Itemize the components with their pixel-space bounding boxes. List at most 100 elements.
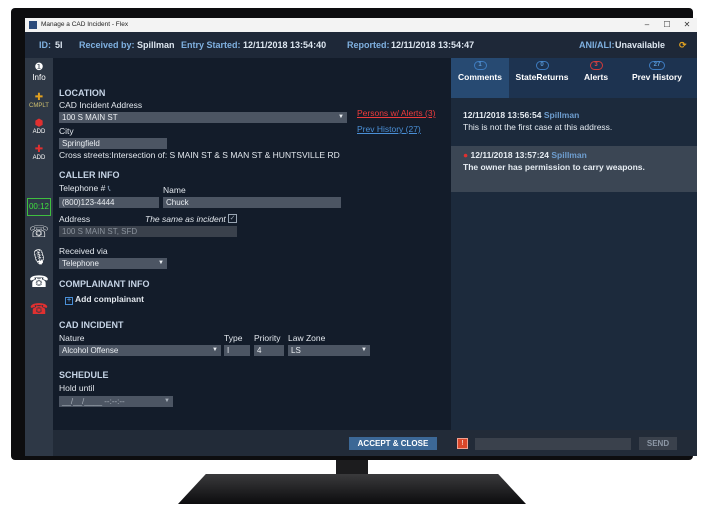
form-footer: ACCEPT & CLOSE [53, 430, 451, 456]
cross-streets: Cross streets:Intersection of: S MAIN ST… [59, 150, 340, 160]
priority-label: Priority [254, 333, 281, 343]
monitor-bezel: Manage a CAD Incident - Flex – ☐ ✕ ID: 5… [11, 8, 697, 460]
maximize-button[interactable]: ☐ [657, 18, 677, 32]
name-field[interactable]: Chuck [163, 197, 341, 208]
comment-timestamp: 12/11/2018 13:56:54 [463, 110, 542, 120]
chevron-down-icon: ▼ [338, 114, 344, 120]
type-label: Type [224, 333, 243, 343]
comment-composer: ! SEND [451, 430, 697, 456]
received-via-value: Telephone [62, 259, 99, 268]
activity-tabs: 1 Comments 0 StateReturns 3 Alerts 27 Pr… [451, 58, 697, 98]
monitor-stand [178, 474, 526, 504]
incident-info-bar: ID: 5I Received by: Spillman Entry Start… [25, 32, 697, 58]
tab-comments[interactable]: 1 Comments [451, 58, 509, 98]
plus-icon: + [65, 297, 73, 305]
tab-alerts-label: Alerts [583, 72, 609, 82]
comment-item: ● 12/11/2018 13:57:24 Spillman The owner… [451, 146, 697, 192]
chevron-down-icon: ▼ [164, 398, 170, 404]
minimize-button[interactable]: – [637, 18, 657, 32]
alert-toggle-icon[interactable]: ! [457, 438, 468, 449]
left-toolbar: ❶ Info ✚ CMPLT ⬢ ADD ✚ ADD 00:12 ☏ 🎙︎ ☎ … [25, 58, 53, 456]
comment-input[interactable] [475, 438, 631, 450]
add-complainant-label: Add complainant [75, 294, 144, 304]
telephone-label: Telephone # 📞︎ [59, 183, 111, 193]
caller-info-heading: CALLER INFO [59, 170, 120, 180]
transfer-call-icon[interactable]: ☎ [25, 272, 53, 292]
add-alert-label: ADD [32, 155, 46, 161]
hold-call-icon[interactable]: ☏ [25, 222, 53, 242]
tab-statereturns[interactable]: 0 StateReturns [509, 58, 575, 98]
comment-timestamp: 12/11/2018 13:57:24 [470, 150, 549, 160]
add-complainant-button[interactable]: + Add complainant [65, 294, 144, 305]
entry-started-value: 12/11/2018 13:54:40 [243, 40, 327, 50]
refresh-icon[interactable]: ⟳ [679, 32, 687, 58]
phone-icon: 📞︎ [107, 183, 111, 193]
info-label: Info [32, 73, 46, 82]
cad-incident-heading: CAD INCIDENT [59, 320, 124, 330]
hold-until-label: Hold until [59, 383, 95, 393]
comment-author: Spillman [551, 150, 587, 160]
ani-ali-label: ANI/ALI: [579, 40, 615, 50]
hang-up-icon[interactable]: ☎ [25, 300, 53, 318]
microphone-icon[interactable]: 🎙︎ [25, 248, 53, 266]
tab-alerts[interactable]: 3 Alerts [575, 58, 617, 98]
add-unit-button[interactable]: ⬢ ADD [25, 118, 53, 135]
tab-comments-label: Comments [458, 72, 502, 82]
nature-value: Alcohol Offense [62, 346, 119, 355]
nature-select[interactable]: Alcohol Offense ▼ [59, 345, 221, 356]
tab-statereturns-label: StateReturns [515, 72, 569, 82]
same-as-incident-checkbox[interactable]: ✓ [228, 214, 237, 223]
tab-prev-history-label: Prev History [631, 72, 683, 82]
comments-badge: 1 [473, 61, 487, 70]
persons-alerts-link[interactable]: Persons w/ Alerts (3) [357, 108, 435, 118]
activity-panel: 1 Comments 0 StateReturns 3 Alerts 27 Pr… [451, 58, 697, 456]
tab-prev-history[interactable]: 27 Prev History [617, 58, 697, 98]
prev-history-link[interactable]: Prev History (27) [357, 124, 421, 134]
received-via-label: Received via [59, 246, 108, 256]
law-zone-value: LS [291, 346, 301, 355]
accept-close-button[interactable]: ACCEPT & CLOSE [349, 437, 437, 450]
caller-address-label: Address [59, 214, 91, 224]
comment-text: This is not the first case at this addre… [463, 122, 613, 132]
add-alert-button[interactable]: ✚ ADD [25, 144, 53, 161]
send-button[interactable]: SEND [639, 437, 677, 450]
received-by-label: Received by: [79, 40, 135, 50]
comment-author: Spillman [543, 110, 580, 120]
complainant-heading: COMPLAINANT INFO [59, 279, 150, 289]
app-window: Manage a CAD Incident - Flex – ☐ ✕ ID: 5… [25, 18, 697, 456]
call-timer: 00:12 [27, 198, 51, 216]
window-title: Manage a CAD Incident - Flex [41, 21, 129, 28]
location-heading: LOCATION [59, 88, 106, 98]
app-icon [29, 21, 37, 29]
complete-icon: ✚ [34, 92, 44, 103]
city-field[interactable]: Springfield [59, 138, 167, 149]
name-label: Name [163, 185, 186, 195]
telephone-field[interactable]: (800)123-4444 [59, 197, 159, 208]
city-label: City [59, 126, 74, 136]
info-button[interactable]: ❶ Info [25, 62, 53, 82]
comment-item: 12/11/2018 13:56:54 Spillman This is not… [451, 106, 697, 136]
priority-field[interactable]: 4 [254, 345, 284, 356]
caller-address-field[interactable]: 100 S MAIN ST, SFD [59, 226, 237, 237]
incident-form: LOCATION CAD Incident Address 100 S MAIN… [53, 58, 451, 430]
hold-until-field[interactable]: __/__/____ --:--:-- ▼ [59, 396, 173, 407]
prev-history-badge: 27 [649, 61, 665, 70]
received-via-select[interactable]: Telephone ▼ [59, 258, 167, 269]
address-label: CAD Incident Address [59, 100, 143, 110]
incident-address-value: 100 S MAIN ST [62, 113, 118, 122]
add-alert-icon: ✚ [34, 144, 44, 155]
schedule-heading: SCHEDULE [59, 370, 109, 380]
statereturns-badge: 0 [535, 61, 549, 70]
incident-address-field[interactable]: 100 S MAIN ST ▼ [59, 112, 347, 123]
hold-until-value: __/__/____ --:--:-- [62, 397, 125, 406]
same-as-incident-label: The same as incident [145, 214, 226, 224]
complete-button[interactable]: ✚ CMPLT [25, 92, 53, 109]
close-button[interactable]: ✕ [677, 18, 697, 32]
ani-ali-value: Unavailable [615, 40, 666, 50]
law-zone-select[interactable]: LS ▼ [288, 345, 370, 356]
comment-text: The owner has permission to carry weapon… [463, 162, 645, 172]
add-unit-icon: ⬢ [34, 118, 44, 129]
type-field[interactable]: I [224, 345, 250, 356]
alerts-badge: 3 [589, 61, 603, 70]
alert-icon: ● [463, 150, 469, 160]
